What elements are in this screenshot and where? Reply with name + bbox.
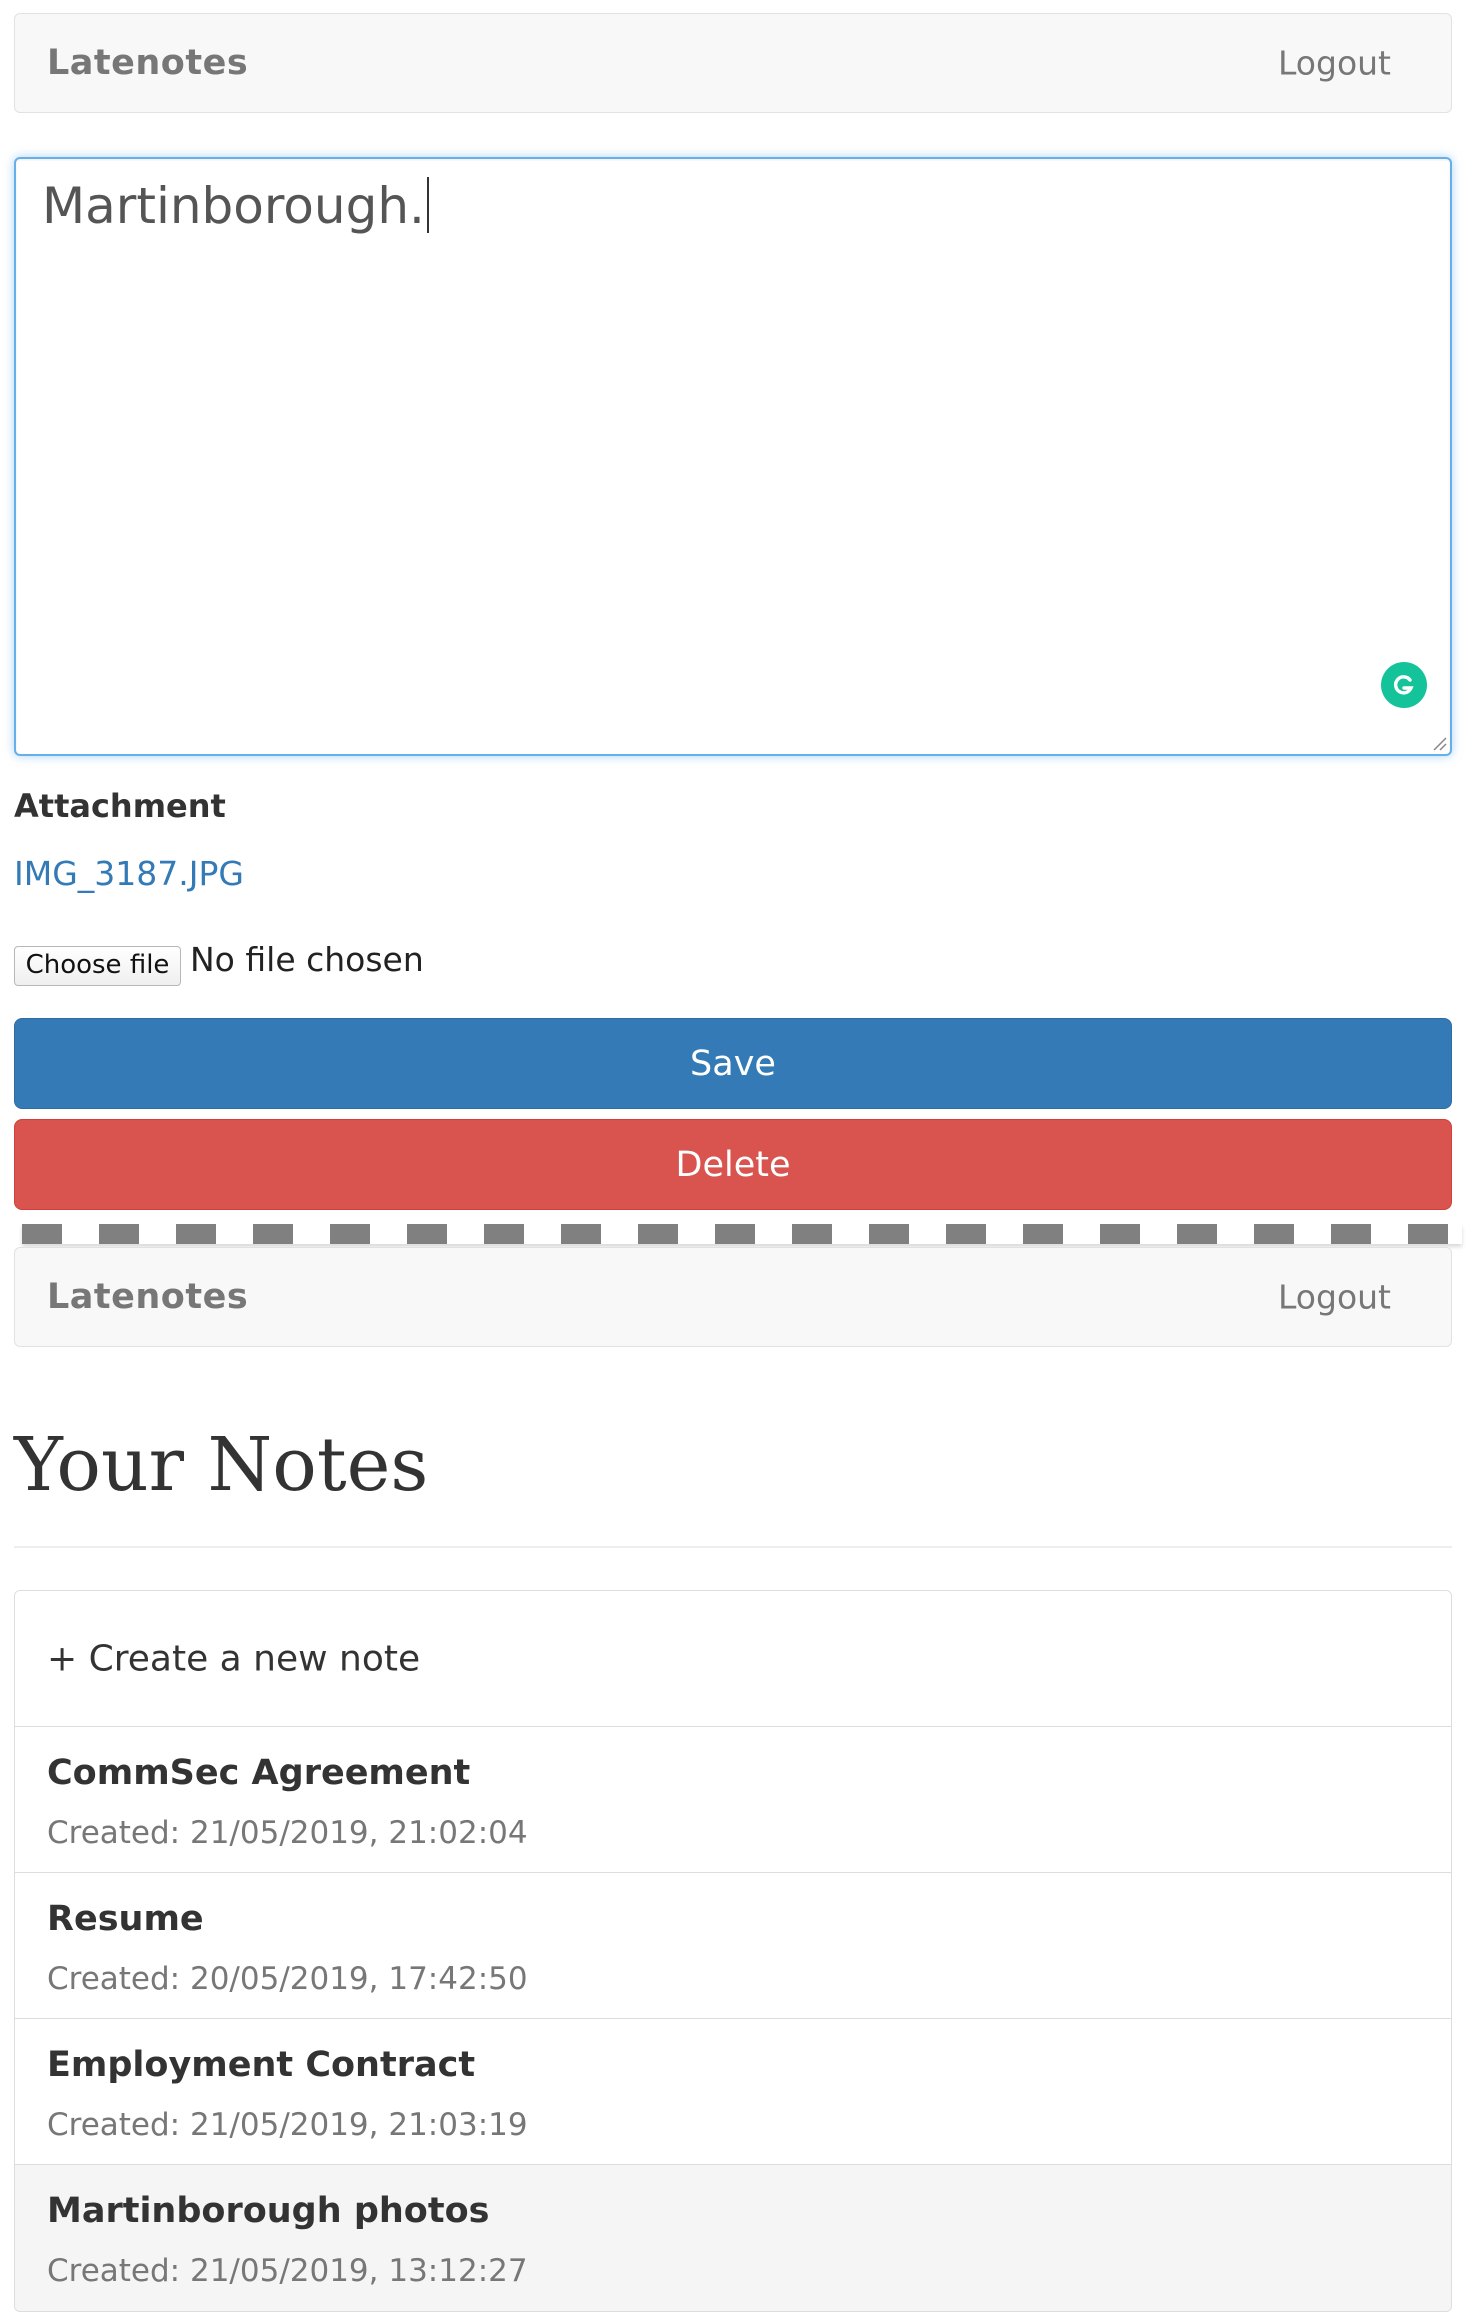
- page-title: Your Notes: [14, 1422, 429, 1508]
- list-item[interactable]: Martinborough photos Created: 21/05/2019…: [15, 2165, 1451, 2311]
- note-title: CommSec Agreement: [47, 1753, 471, 1793]
- note-title: Martinborough photos: [47, 2191, 490, 2231]
- delete-button[interactable]: Delete: [14, 1119, 1452, 1210]
- attachment-label: Attachment: [14, 787, 226, 825]
- brand-link[interactable]: Latenotes: [47, 1277, 248, 1317]
- attachment-file-link[interactable]: IMG_3187.JPG: [14, 854, 244, 893]
- logout-link[interactable]: Logout: [1278, 44, 1391, 83]
- top-navbar-second: Latenotes Logout: [14, 1247, 1452, 1347]
- notes-list: + Create a new note CommSec Agreement Cr…: [14, 1590, 1452, 2312]
- note-title: Employment Contract: [47, 2045, 476, 2085]
- list-item[interactable]: Resume Created: 20/05/2019, 17:42:50: [15, 1873, 1451, 2019]
- note-created-date: Created: 21/05/2019, 21:03:19: [47, 2107, 528, 2143]
- list-item[interactable]: Employment Contract Created: 21/05/2019,…: [15, 2019, 1451, 2165]
- brand-link[interactable]: Latenotes: [47, 43, 248, 83]
- file-status-text: No file chosen: [190, 940, 424, 979]
- note-content-textarea[interactable]: Martinborough.: [14, 157, 1452, 756]
- title-divider: [14, 1546, 1452, 1548]
- choose-file-button[interactable]: Choose file: [14, 946, 181, 986]
- grammarly-icon[interactable]: [1381, 662, 1427, 708]
- section-divider: [22, 1224, 1462, 1244]
- note-created-date: Created: 20/05/2019, 17:42:50: [47, 1961, 528, 1997]
- logout-link[interactable]: Logout: [1278, 1278, 1391, 1317]
- create-note-label: + Create a new note: [47, 1638, 421, 1679]
- top-navbar: Latenotes Logout: [14, 13, 1452, 113]
- note-content-text: Martinborough.: [42, 177, 429, 235]
- resize-grip-icon[interactable]: [1430, 734, 1448, 752]
- list-item[interactable]: CommSec Agreement Created: 21/05/2019, 2…: [15, 1727, 1451, 1873]
- save-button[interactable]: Save: [14, 1018, 1452, 1109]
- note-title: Resume: [47, 1899, 204, 1939]
- note-created-date: Created: 21/05/2019, 13:12:27: [47, 2253, 528, 2289]
- note-created-date: Created: 21/05/2019, 21:02:04: [47, 1815, 528, 1851]
- create-note-button[interactable]: + Create a new note: [15, 1591, 1451, 1727]
- text-caret: [426, 177, 429, 233]
